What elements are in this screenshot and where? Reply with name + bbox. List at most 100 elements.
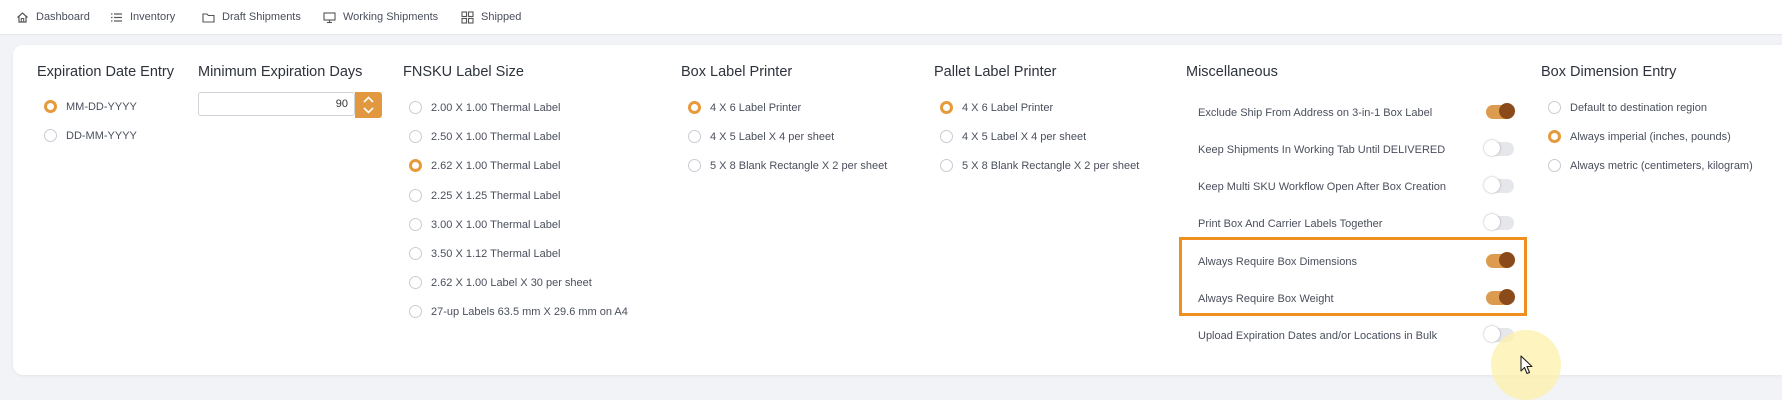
radio-icon xyxy=(409,276,422,289)
nav-inventory[interactable]: Inventory xyxy=(110,10,175,24)
nav-draft-shipments[interactable]: Draft Shipments xyxy=(202,10,301,24)
toggle-label: Keep Multi SKU Workflow Open After Box C… xyxy=(1198,181,1447,193)
radio-icon xyxy=(940,130,953,143)
option-label: 3.50 X 1.12 Thermal Label xyxy=(431,247,561,260)
option-label: 4 X 6 Label Printer xyxy=(962,101,1054,114)
radio-fnsku-3-50x1-12[interactable]: 3.50 X 1.12 Thermal Label xyxy=(409,247,560,260)
toggle-knob xyxy=(1484,140,1500,156)
option-label: 2.00 X 1.00 Thermal Label xyxy=(431,101,561,114)
misc-print-together: Print Box And Carrier Labels Together xyxy=(1198,214,1514,234)
toggle-switch[interactable] xyxy=(1484,177,1514,193)
option-label: Default to destination region xyxy=(1570,101,1707,114)
misc-keep-working-tab: Keep Shipments In Working Tab Until DELI… xyxy=(1198,140,1514,160)
nav-label: Working Shipments xyxy=(343,11,439,23)
nav-label: Inventory xyxy=(130,11,176,23)
radio-mm-dd-yyyy[interactable]: MM-DD-YYYY xyxy=(44,100,137,113)
highlight-box xyxy=(1179,237,1527,316)
quantity-stepper[interactable] xyxy=(355,92,382,118)
option-label: 4 X 6 Label Printer xyxy=(710,101,802,114)
radio-dd-mm-yyyy[interactable]: DD-MM-YYYY xyxy=(44,129,137,142)
radio-icon xyxy=(409,101,422,114)
radio-fnsku-2-00x1-00[interactable]: 2.00 X 1.00 Thermal Label xyxy=(409,101,560,114)
nav-label: Dashboard xyxy=(36,11,90,23)
radio-box-4x5[interactable]: 4 X 5 Label X 4 per sheet xyxy=(688,130,834,143)
toggle-label: Print Box And Carrier Labels Together xyxy=(1198,218,1383,230)
toggle-knob xyxy=(1484,214,1500,230)
toggle-label: Upload Expiration Dates and/or Locations… xyxy=(1198,330,1438,342)
option-label: 4 X 5 Label X 4 per sheet xyxy=(962,130,1087,143)
option-label: 4 X 5 Label X 4 per sheet xyxy=(710,130,835,143)
misc-keep-multi-sku: Keep Multi SKU Workflow Open After Box C… xyxy=(1198,177,1514,197)
radio-icon xyxy=(1548,159,1561,172)
radio-fnsku-2-62x1-00[interactable]: 2.62 X 1.00 Thermal Label xyxy=(409,159,560,172)
radio-box-4x6[interactable]: 4 X 6 Label Printer xyxy=(688,101,801,114)
minimum-expiration-days-input[interactable]: 90 xyxy=(198,92,355,116)
grid-icon xyxy=(461,10,474,24)
radio-fnsku-30-per-sheet[interactable]: 2.62 X 1.00 Label X 30 per sheet xyxy=(409,276,592,289)
option-label: 5 X 8 Blank Rectangle X 2 per sheet xyxy=(710,159,888,172)
radio-icon xyxy=(688,130,701,143)
radio-icon xyxy=(940,159,953,172)
monitor-icon xyxy=(323,11,336,23)
radio-icon xyxy=(44,129,57,142)
radio-pallet-5x8[interactable]: 5 X 8 Blank Rectangle X 2 per sheet xyxy=(940,159,1139,172)
folder-icon xyxy=(202,12,215,23)
toggle-knob xyxy=(1484,326,1500,342)
option-label: DD-MM-YYYY xyxy=(66,129,137,142)
toggle-knob xyxy=(1484,177,1500,193)
toggle-knob xyxy=(1499,103,1515,119)
radio-icon xyxy=(409,130,422,143)
option-label: Always imperial (inches, pounds) xyxy=(1570,130,1731,143)
radio-selected-icon xyxy=(940,101,953,114)
radio-icon xyxy=(409,247,422,260)
nav-working-shipments[interactable]: Working Shipments xyxy=(323,10,438,24)
option-label: 5 X 8 Blank Rectangle X 2 per sheet xyxy=(962,159,1140,172)
radio-pallet-4x6[interactable]: 4 X 6 Label Printer xyxy=(940,101,1053,114)
radio-selected-icon xyxy=(688,101,701,114)
fnsku-label-size-title: FNSKU Label Size xyxy=(403,64,524,80)
chevron-up-icon xyxy=(363,96,374,103)
radio-default-destination[interactable]: Default to destination region xyxy=(1548,101,1707,114)
radio-selected-icon xyxy=(44,100,57,113)
radio-fnsku-2-50x1-00[interactable]: 2.50 X 1.00 Thermal Label xyxy=(409,130,560,143)
misc-exclude-ship-from: Exclude Ship From Address on 3-in-1 Box … xyxy=(1198,103,1515,123)
radio-always-imperial[interactable]: Always imperial (inches, pounds) xyxy=(1548,130,1731,143)
radio-always-metric[interactable]: Always metric (centimeters, kilogram) xyxy=(1548,159,1753,172)
option-label: 27-up Labels 63.5 mm X 29.6 mm on A4 xyxy=(431,305,628,318)
radio-pallet-4x5[interactable]: 4 X 5 Label X 4 per sheet xyxy=(940,130,1086,143)
nav-label: Draft Shipments xyxy=(222,11,301,23)
radio-icon xyxy=(688,159,701,172)
toggle-label: Exclude Ship From Address on 3-in-1 Box … xyxy=(1198,107,1433,119)
radio-box-5x8[interactable]: 5 X 8 Blank Rectangle X 2 per sheet xyxy=(688,159,887,172)
list-icon xyxy=(111,12,122,22)
chevron-down-icon xyxy=(363,107,374,114)
option-label: 3.00 X 1.00 Thermal Label xyxy=(431,218,561,231)
radio-icon xyxy=(409,189,422,202)
toggle-switch[interactable] xyxy=(1484,140,1514,156)
toggle-switch[interactable] xyxy=(1484,214,1514,230)
nav-dashboard[interactable]: Dashboard xyxy=(16,10,90,24)
nav-shipped[interactable]: Shipped xyxy=(461,10,521,24)
radio-icon xyxy=(409,305,422,318)
toggle-switch[interactable] xyxy=(1486,103,1515,119)
option-label: 2.62 X 1.00 Thermal Label xyxy=(431,159,561,172)
top-nav: Dashboard Inventory Draft Shipments Work… xyxy=(0,0,1782,35)
radio-selected-icon xyxy=(409,159,422,172)
option-label: 2.62 X 1.00 Label X 30 per sheet xyxy=(431,276,592,289)
radio-selected-icon xyxy=(1548,130,1561,143)
radio-fnsku-3-00x1-00[interactable]: 3.00 X 1.00 Thermal Label xyxy=(409,218,560,231)
option-label: Always metric (centimeters, kilogram) xyxy=(1570,159,1753,172)
radio-icon xyxy=(1548,101,1561,114)
radio-icon xyxy=(409,218,422,231)
pallet-label-printer-title: Pallet Label Printer xyxy=(934,64,1057,80)
expiration-date-entry-title: Expiration Date Entry xyxy=(37,64,175,80)
radio-fnsku-2-25x1-25[interactable]: 2.25 X 1.25 Thermal Label xyxy=(409,189,560,202)
option-label: 2.25 X 1.25 Thermal Label xyxy=(431,189,561,202)
option-label: MM-DD-YYYY xyxy=(66,100,137,113)
option-label: 2.50 X 1.00 Thermal Label xyxy=(431,130,561,143)
radio-fnsku-27-up-a4[interactable]: 27-up Labels 63.5 mm X 29.6 mm on A4 xyxy=(409,305,628,318)
minimum-expiration-days-title: Minimum Expiration Days xyxy=(198,64,363,80)
misc-upload-bulk: Upload Expiration Dates and/or Locations… xyxy=(1198,326,1514,346)
miscellaneous-title: Miscellaneous xyxy=(1186,64,1278,80)
mouse-cursor-icon xyxy=(1520,355,1533,375)
